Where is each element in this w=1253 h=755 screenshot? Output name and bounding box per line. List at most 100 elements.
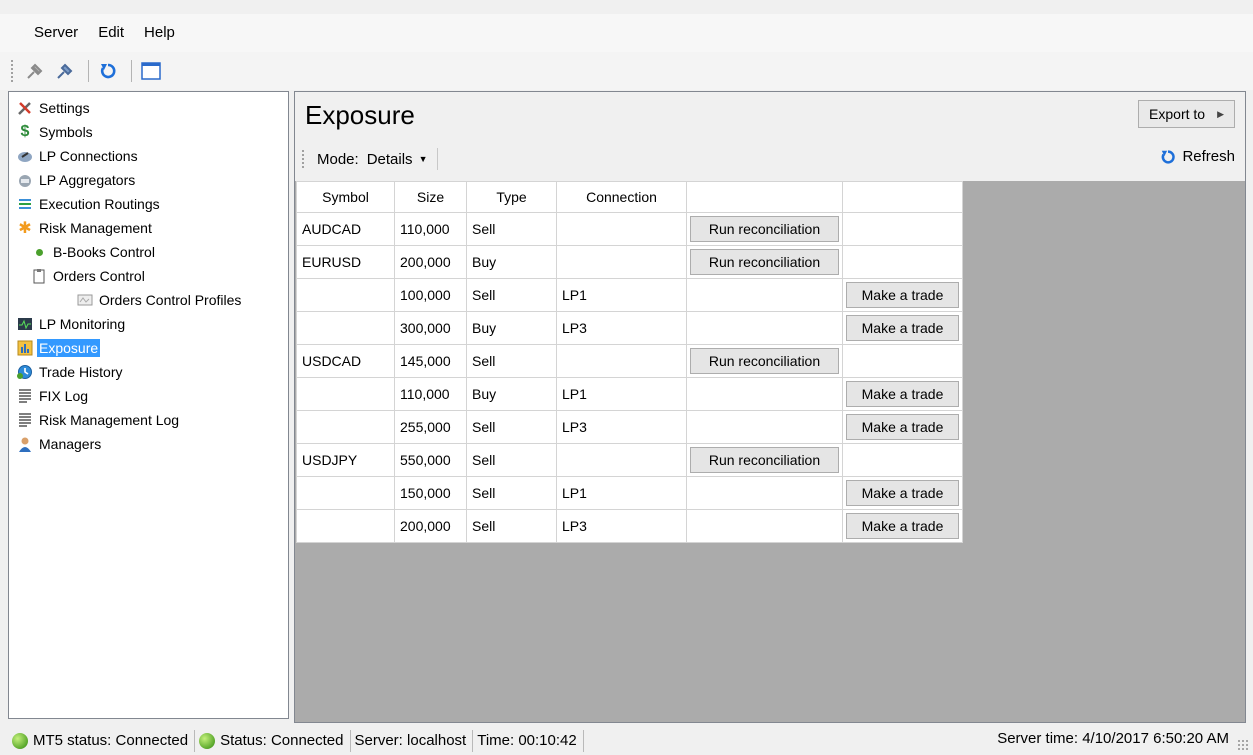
make-a-trade-button[interactable]: Make a trade — [846, 414, 959, 440]
tree-item-lp-aggregators[interactable]: LP Aggregators — [9, 168, 288, 192]
run-reconciliation-button[interactable]: Run reconciliation — [690, 447, 839, 473]
tree-item-trade-history[interactable]: Trade History — [9, 360, 288, 384]
column-header-type[interactable]: Type — [466, 181, 557, 213]
tree-item-b-books-control[interactable]: B-Books Control — [9, 240, 288, 264]
cell-connection[interactable] — [556, 245, 687, 279]
cell-type[interactable]: Sell — [466, 476, 557, 510]
toolbar-separator — [131, 60, 132, 82]
cell-trade: Make a trade — [842, 311, 963, 345]
mode-dropdown[interactable]: Details ▼ — [367, 151, 428, 168]
cell-symbol[interactable] — [296, 311, 395, 345]
cell-connection[interactable]: LP1 — [556, 278, 687, 312]
cell-connection[interactable] — [556, 344, 687, 378]
table-row: 110,000 Buy LP1 Make a trade — [296, 377, 963, 411]
cell-size[interactable]: 100,000 — [394, 278, 467, 312]
menu-edit[interactable]: Edit — [88, 14, 134, 52]
resize-grip[interactable] — [1237, 739, 1249, 751]
tree-item-symbols[interactable]: $ Symbols — [9, 120, 288, 144]
cell-size[interactable]: 200,000 — [394, 509, 467, 543]
cell-type[interactable]: Sell — [466, 443, 557, 477]
cell-connection[interactable]: LP1 — [556, 377, 687, 411]
cell-type[interactable]: Sell — [466, 410, 557, 444]
refresh-button[interactable]: Refresh — [1160, 148, 1235, 165]
column-header-symbol[interactable]: Symbol — [296, 181, 395, 213]
cell-connection[interactable]: LP3 — [556, 410, 687, 444]
cell-symbol[interactable]: EURUSD — [296, 245, 395, 279]
cell-size[interactable]: 150,000 — [394, 476, 467, 510]
tree-item-label: Settings — [39, 100, 90, 116]
mt5-status: MT5 status: Connected — [0, 729, 196, 752]
tree-item-orders-control-profiles[interactable]: Orders Control Profiles — [9, 288, 288, 312]
cell-size[interactable]: 255,000 — [394, 410, 467, 444]
cell-type[interactable]: Buy — [466, 377, 557, 411]
cell-size[interactable]: 550,000 — [394, 443, 467, 477]
run-reconciliation-button[interactable]: Run reconciliation — [690, 249, 839, 275]
tree-item-managers[interactable]: Managers — [9, 432, 288, 456]
tree-item-risk-management[interactable]: ✱ Risk Management — [9, 216, 288, 240]
tree-item-exposure[interactable]: Exposure — [9, 336, 288, 360]
export-button[interactable]: Export to ▶ — [1138, 100, 1235, 128]
make-a-trade-button[interactable]: Make a trade — [846, 282, 959, 308]
cell-size[interactable]: 300,000 — [394, 311, 467, 345]
cell-size[interactable]: 145,000 — [394, 344, 467, 378]
tree-item-lp-connections[interactable]: LP Connections — [9, 144, 288, 168]
clipboard-icon — [31, 268, 47, 284]
tree-item-label: B-Books Control — [53, 244, 155, 260]
disconnect-icon[interactable] — [52, 58, 78, 84]
cell-symbol[interactable]: USDCAD — [296, 344, 395, 378]
cell-symbol[interactable]: AUDCAD — [296, 212, 395, 246]
toolbar-grip[interactable] — [10, 59, 14, 83]
menu-help[interactable]: Help — [134, 14, 185, 52]
cell-size[interactable]: 200,000 — [394, 245, 467, 279]
table-row: 255,000 Sell LP3 Make a trade — [296, 410, 963, 444]
make-a-trade-button[interactable]: Make a trade — [846, 381, 959, 407]
navigation-tree[interactable]: Settings $ Symbols LP Connections LP Aggrega… — [8, 91, 289, 719]
tree-item-lp-monitoring[interactable]: LP Monitoring — [9, 312, 288, 336]
column-header-size[interactable]: Size — [394, 181, 467, 213]
tree-item-fix-log[interactable]: FIX Log — [9, 384, 288, 408]
tree-item-label: Risk Management Log — [39, 412, 180, 428]
cell-connection[interactable] — [556, 212, 687, 246]
cell-symbol[interactable]: USDJPY — [296, 443, 395, 477]
column-header-connection[interactable]: Connection — [556, 181, 687, 213]
cell-symbol[interactable] — [296, 377, 395, 411]
refresh-icon[interactable] — [95, 58, 121, 84]
cell-type[interactable]: Sell — [466, 344, 557, 378]
tree-item-risk-management-log[interactable]: Risk Management Log — [9, 408, 288, 432]
mode-bar-grip[interactable] — [301, 149, 305, 169]
cell-type[interactable]: Sell — [466, 509, 557, 543]
tree-item-label: Symbols — [39, 124, 93, 140]
profile-icon — [77, 292, 93, 308]
cell-connection[interactable] — [556, 443, 687, 477]
tree-item-execution-routings[interactable]: Execution Routings — [9, 192, 288, 216]
cell-type[interactable]: Buy — [466, 311, 557, 345]
window-icon[interactable] — [138, 58, 164, 84]
cell-symbol[interactable] — [296, 476, 395, 510]
cell-connection[interactable]: LP1 — [556, 476, 687, 510]
cell-type[interactable]: Buy — [466, 245, 557, 279]
make-a-trade-button[interactable]: Make a trade — [846, 480, 959, 506]
toolbar-separator — [88, 60, 89, 82]
cell-symbol[interactable] — [296, 278, 395, 312]
column-header-trade[interactable] — [842, 181, 963, 213]
cell-connection[interactable]: LP3 — [556, 311, 687, 345]
cell-symbol[interactable] — [296, 509, 395, 543]
cell-type[interactable]: Sell — [466, 278, 557, 312]
cell-size[interactable]: 110,000 — [394, 212, 467, 246]
make-a-trade-button[interactable]: Make a trade — [846, 513, 959, 539]
make-a-trade-button[interactable]: Make a trade — [846, 315, 959, 341]
cell-connection[interactable]: LP3 — [556, 509, 687, 543]
connect-icon[interactable] — [22, 58, 48, 84]
cell-type[interactable]: Sell — [466, 212, 557, 246]
toolbar — [0, 52, 1253, 90]
cell-trade — [842, 212, 963, 246]
cell-symbol[interactable] — [296, 410, 395, 444]
monitor-icon — [17, 316, 33, 332]
tree-item-settings[interactable]: Settings — [9, 96, 288, 120]
cell-size[interactable]: 110,000 — [394, 377, 467, 411]
column-header-reconciliation[interactable] — [686, 181, 843, 213]
tree-item-orders-control[interactable]: Orders Control — [9, 264, 288, 288]
run-reconciliation-button[interactable]: Run reconciliation — [690, 348, 839, 374]
menu-server[interactable]: Server — [24, 14, 88, 52]
run-reconciliation-button[interactable]: Run reconciliation — [690, 216, 839, 242]
